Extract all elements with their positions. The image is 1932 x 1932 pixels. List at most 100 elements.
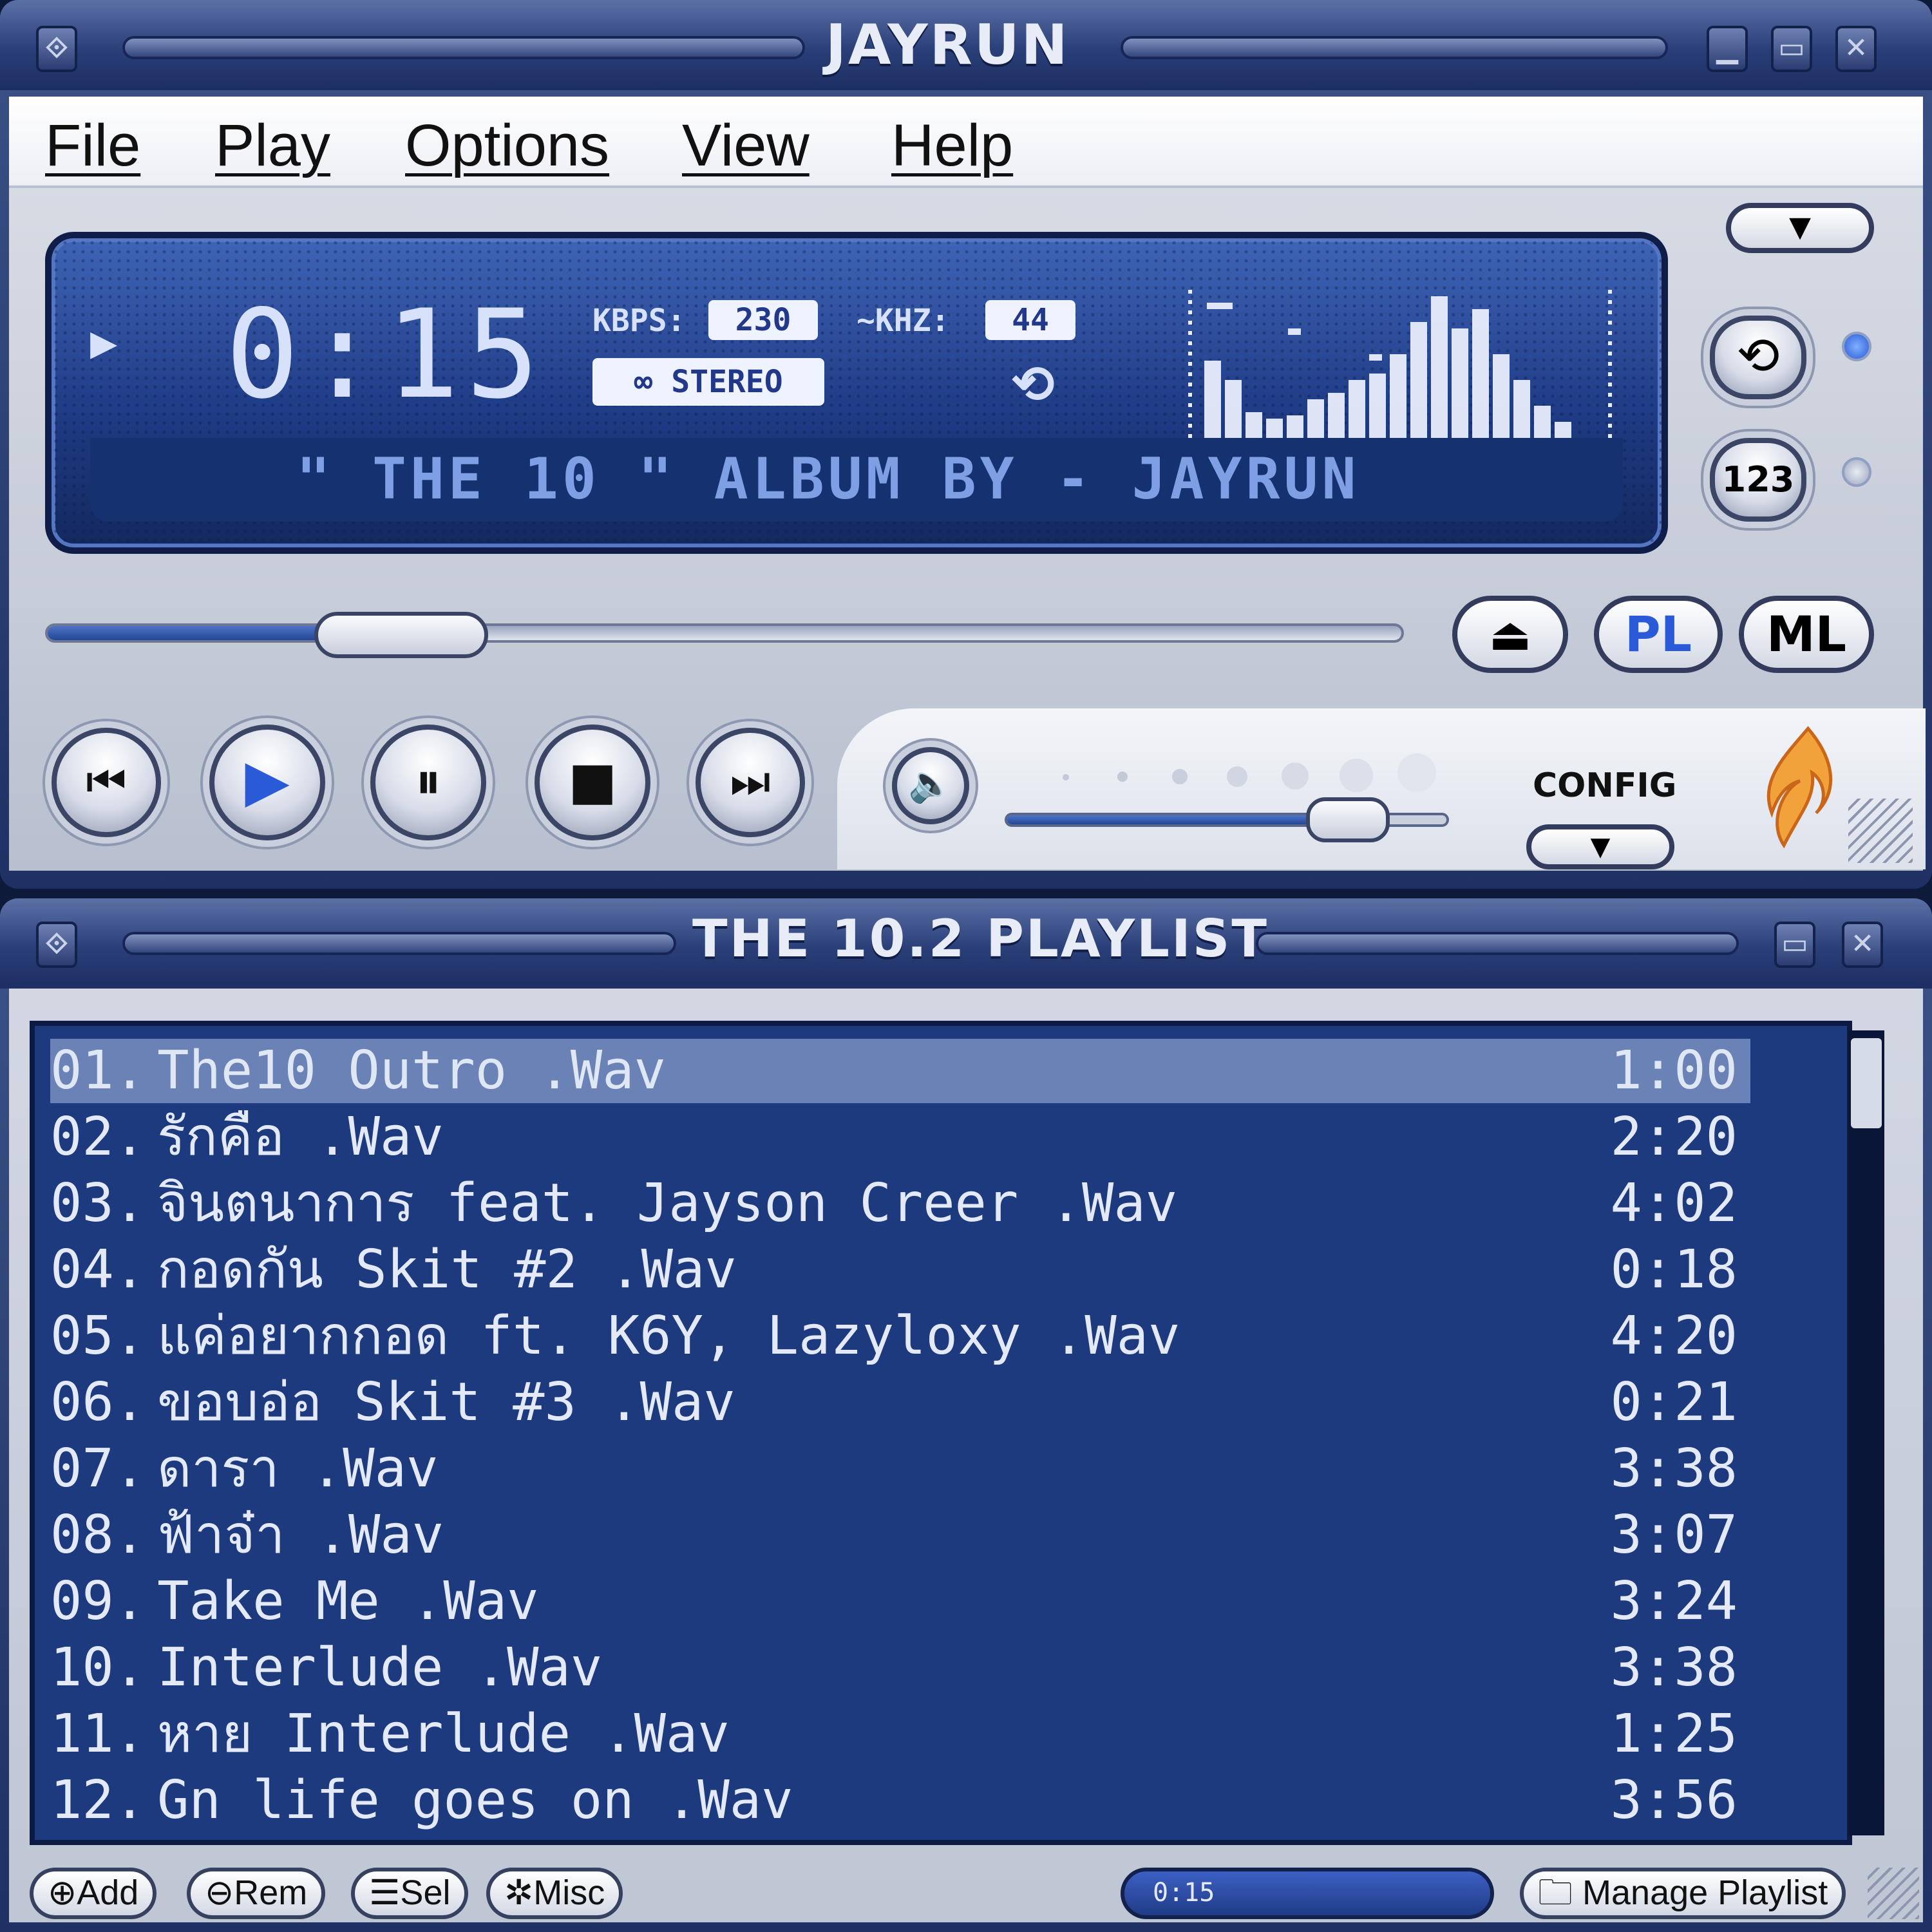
playlist-shade-icon[interactable]: ▭: [1774, 922, 1815, 968]
play-button[interactable]: ▶: [209, 724, 325, 840]
track-title: แค่อยากกอด ft. K6Y, Lazyloxy .Wav: [157, 1305, 1180, 1367]
playlist-titlebar[interactable]: ⟐ THE 10.2 PLAYLIST ▭ ✕: [0, 898, 1932, 989]
track-row[interactable]: 01. The10 Outro .Wav 1:00: [50, 1039, 1750, 1103]
playlist-menu-icon[interactable]: ⟐: [36, 922, 77, 968]
song-ticker-bar: " THE 10 " ALBUM BY - JAYRUN: [90, 438, 1623, 522]
volume-thumb[interactable]: [1306, 797, 1390, 842]
track-row[interactable]: 11. หาย Interlude .Wav 1:25: [50, 1702, 1750, 1766]
menu-file[interactable]: File: [45, 112, 140, 180]
pause-button[interactable]: ⏸: [370, 724, 486, 840]
title-groove-left: [122, 36, 805, 59]
track-duration: 3:56: [1610, 1770, 1738, 1831]
folder-icon: 🗀: [1538, 1873, 1583, 1912]
mini-time-display[interactable]: 0:15: [1121, 1868, 1494, 1919]
stereo-indicator: ∞ STEREO: [592, 358, 824, 406]
pl-title-groove-left: [122, 932, 676, 955]
repeat-led-icon: [1842, 332, 1871, 361]
manage-playlist-button[interactable]: 🗀 Manage Playlist: [1520, 1868, 1846, 1919]
repeat-button[interactable]: ⟲: [1710, 316, 1806, 399]
khz-value: 44: [985, 300, 1075, 340]
track-number: 11.: [50, 1703, 146, 1765]
track-number: 09.: [50, 1571, 146, 1632]
main-titlebar[interactable]: ⟐ JAYRUN ▁ ▭ ✕: [0, 0, 1932, 90]
menu-help[interactable]: Help: [891, 112, 1013, 180]
remove-label: Rem: [234, 1873, 308, 1912]
track-title: จินตนาการ feat. Jayson Creer .Wav: [157, 1173, 1178, 1234]
track-row[interactable]: 08. ฟ้าจ๋า .Wav 3:07: [50, 1503, 1750, 1567]
track-duration: 3:38: [1610, 1637, 1738, 1698]
seek-thumb[interactable]: [314, 612, 488, 658]
select-button[interactable]: ☰Sel: [351, 1868, 469, 1919]
window-title: JAYRUN: [826, 13, 1070, 77]
stereo-label: STEREO: [671, 364, 783, 400]
track-number: 12.: [50, 1770, 146, 1831]
track-row[interactable]: 02. รักคือ .Wav 2:20: [50, 1105, 1750, 1170]
shade-icon[interactable]: ▭: [1771, 26, 1812, 72]
track-row[interactable]: 04. กอดกัน Skit #2 .Wav 0:18: [50, 1238, 1750, 1302]
track-title: Take Me .Wav: [157, 1571, 539, 1632]
track-duration: 0:18: [1610, 1239, 1738, 1300]
track-row[interactable]: 03. จินตนาการ feat. Jayson Creer .Wav 4:02: [50, 1171, 1750, 1236]
kbps-label: KBPS:: [592, 303, 686, 339]
track-row[interactable]: 07. ดารา .Wav 3:38: [50, 1437, 1750, 1501]
playlist-toggle-button[interactable]: PL: [1594, 596, 1723, 673]
next-button[interactable]: ⏭: [696, 728, 805, 837]
track-number: 04.: [50, 1239, 146, 1300]
track-row[interactable]: 06. ขอบอ่อ Skit #3 .Wav 0:21: [50, 1370, 1750, 1435]
media-library-button[interactable]: ML: [1739, 596, 1874, 673]
track-number: 05.: [50, 1305, 146, 1367]
khz-label: ~KHZ:: [857, 303, 950, 339]
song-ticker[interactable]: " THE 10 " ALBUM BY - JAYRUN: [296, 446, 1359, 512]
menu-bar: File Play Options View Help: [9, 97, 1923, 188]
misc-label: Misc: [533, 1873, 605, 1912]
track-number: 07.: [50, 1438, 146, 1499]
manage-playlist-label: Manage Playlist: [1582, 1873, 1828, 1912]
track-title: รักคือ .Wav: [157, 1106, 444, 1168]
track-duration: 0:21: [1610, 1372, 1738, 1433]
remove-button[interactable]: ⊖Rem: [187, 1868, 326, 1919]
dropdown-toggle-button[interactable]: ▼: [1726, 203, 1874, 253]
stop-button[interactable]: ■: [535, 724, 650, 840]
previous-button[interactable]: ⏮: [52, 728, 161, 837]
track-row[interactable]: 05. แค่อยากกอด ft. K6Y, Lazyloxy .Wav 4:20: [50, 1304, 1750, 1368]
shuffle-button[interactable]: 123: [1710, 438, 1806, 522]
track-row[interactable]: 09. Take Me .Wav 3:24: [50, 1569, 1750, 1634]
track-number: 01.: [50, 1040, 146, 1101]
track-number: 06.: [50, 1372, 146, 1433]
khz-label-text: KHZ:: [875, 303, 950, 339]
window-menu-icon[interactable]: ⟐: [36, 26, 77, 72]
track-list[interactable]: 01. The10 Outro .Wav 1:00 02. รักคือ .Wav 2:2…: [30, 1021, 1852, 1845]
misc-button[interactable]: ✲Misc: [486, 1868, 623, 1919]
minimize-icon[interactable]: ▁: [1707, 26, 1748, 72]
remove-icon: ⊖: [205, 1873, 234, 1912]
config-button[interactable]: ▼: [1526, 824, 1674, 869]
playlist-title: THE 10.2 PLAYLIST: [692, 909, 1269, 969]
menu-view[interactable]: View: [682, 112, 810, 180]
elapsed-time[interactable]: 0:15: [225, 283, 546, 426]
shuffle-led-icon: [1842, 457, 1871, 487]
playlist-resize-grip-icon[interactable]: [1868, 1868, 1919, 1919]
flame-logo-icon: [1766, 726, 1833, 849]
play-state-icon: ▶: [90, 316, 118, 368]
menu-play[interactable]: Play: [215, 112, 330, 180]
mute-button[interactable]: 🔈: [892, 747, 969, 824]
track-title: หาย Interlude .Wav: [157, 1703, 730, 1765]
volume-dots-icon: [1056, 747, 1436, 792]
track-row[interactable]: 12. Gn life goes on .Wav 3:56: [50, 1768, 1750, 1833]
track-duration: 3:07: [1610, 1504, 1738, 1566]
menu-options[interactable]: Options: [405, 112, 609, 180]
eject-button[interactable]: ⏏: [1452, 596, 1568, 673]
add-button[interactable]: ⊕Add: [30, 1868, 157, 1919]
track-title: ดารา .Wav: [157, 1438, 439, 1499]
stereo-icon: ∞: [634, 364, 672, 400]
lcd-display: ▶ 0:15 KBPS: 230 ~KHZ: 44 ∞ STEREO ⟲ " T…: [45, 232, 1668, 554]
track-title: กอดกัน Skit #2 .Wav: [157, 1239, 737, 1300]
close-icon[interactable]: ✕: [1835, 26, 1877, 72]
playlist-scrollbar[interactable]: [1848, 1030, 1884, 1835]
playlist-close-icon[interactable]: ✕: [1842, 922, 1883, 968]
resize-grip-icon[interactable]: [1848, 799, 1913, 863]
track-row[interactable]: 10. Interlude .Wav 3:38: [50, 1636, 1750, 1700]
playlist-scroll-thumb[interactable]: [1851, 1038, 1882, 1128]
seek-bar[interactable]: [45, 623, 1404, 643]
track-duration: 4:20: [1610, 1305, 1738, 1367]
